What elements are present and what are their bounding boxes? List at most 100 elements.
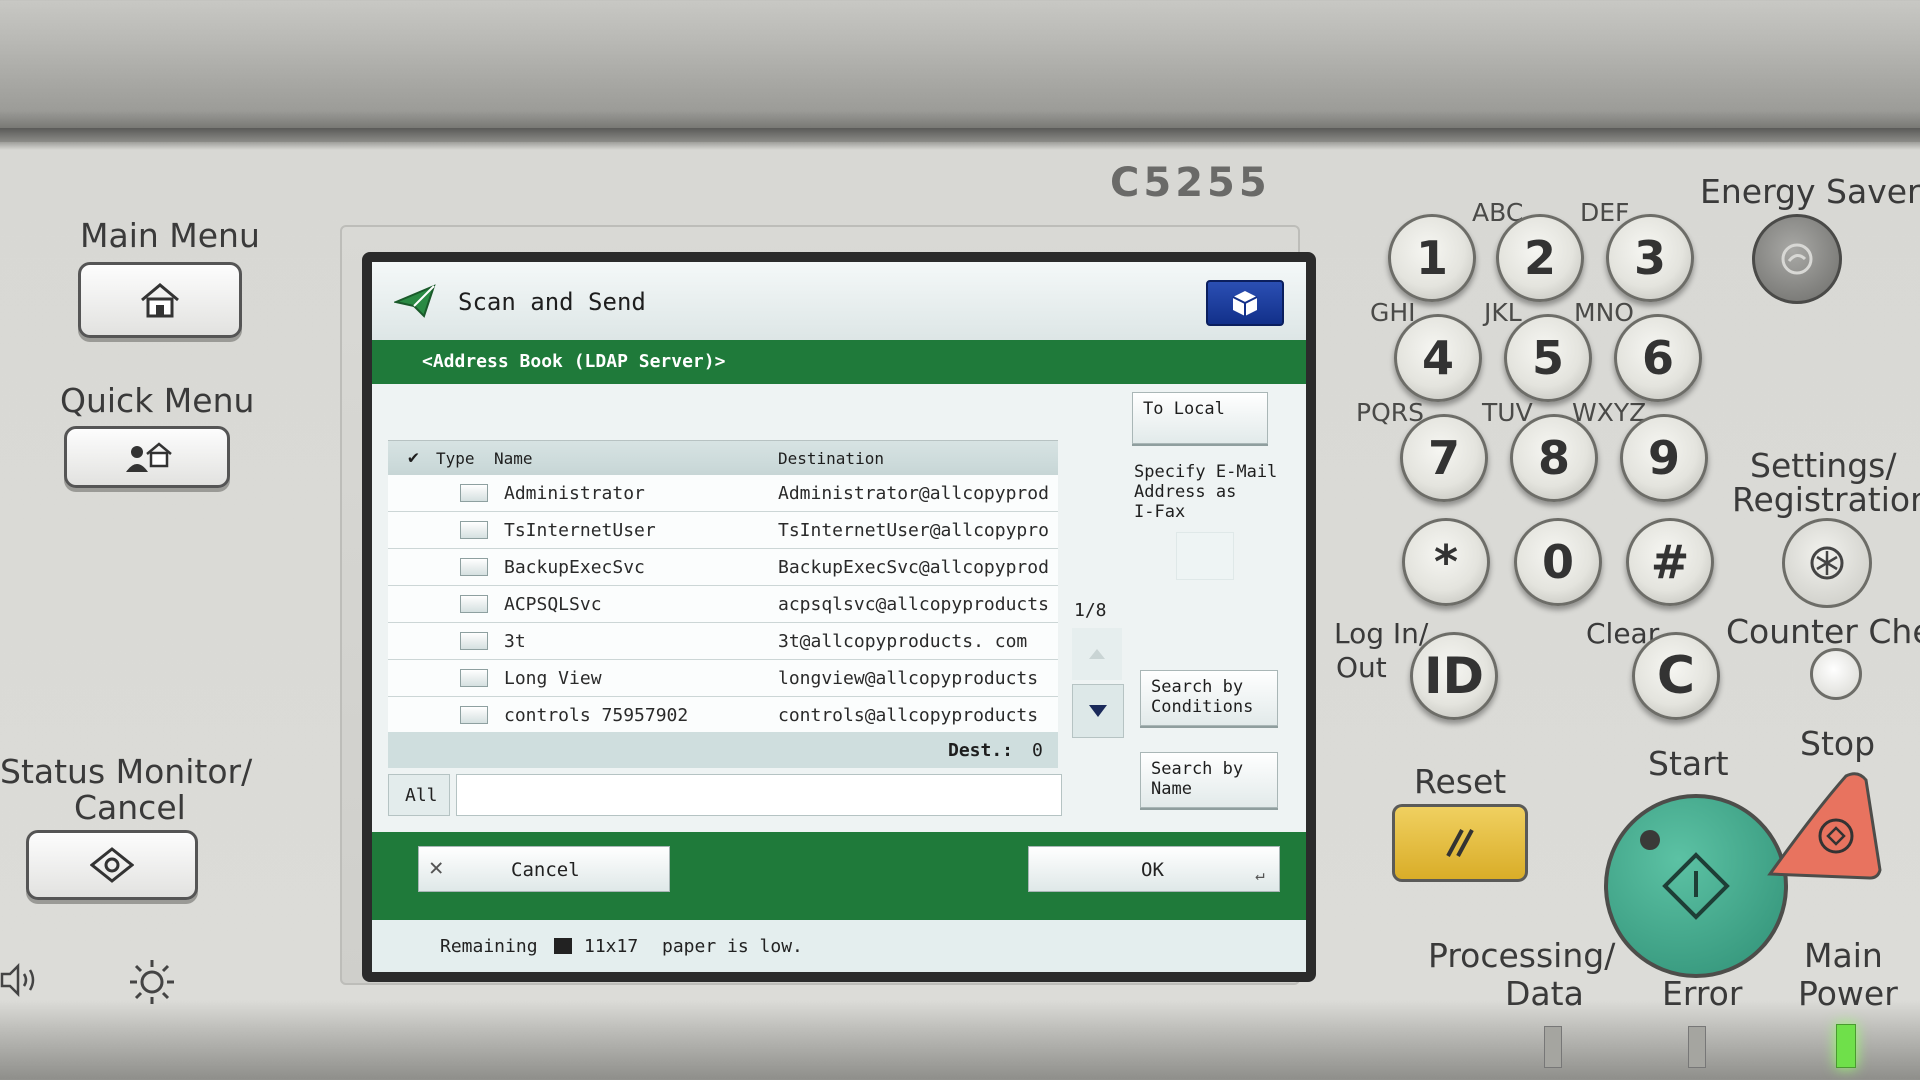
row-destination: 3t@allcopyproducts. com [778,631,1028,652]
key-letters-wxyz: WXYZ [1572,398,1647,427]
brightness-icon[interactable] [128,958,176,1006]
key-6[interactable]: 6 [1614,314,1702,402]
start-label: Start [1648,744,1729,783]
search-name-line1: Search by [1151,759,1244,779]
start-button[interactable] [1604,794,1788,978]
reset-icon [1446,829,1474,857]
row-destination: longview@allcopyproducts [778,668,1039,689]
status-cancel-label: Cancel [74,788,186,827]
table-row[interactable]: ACPSQLSvc acpsqlsvc@allcopyproducts [388,586,1058,623]
row-name: 3t [504,631,526,652]
dest-count: 0 [1032,740,1043,761]
column-name[interactable]: Name [494,449,533,468]
reset-button[interactable] [1392,804,1528,882]
specify-email-toggle[interactable] [1176,532,1234,580]
stop-button-shape [1767,772,1882,880]
status-monitor-button[interactable] [26,830,198,900]
key-5[interactable]: 5 [1504,314,1592,402]
email-type-icon [460,595,488,613]
email-type-icon [460,521,488,539]
row-name: TsInternetUser [504,520,656,541]
main-power-indicator [1836,1024,1856,1068]
specify-email-line1: Specify E-Mail [1134,462,1278,482]
cancel-button[interactable]: ✕ Cancel [418,846,670,892]
settings-button[interactable] [1782,518,1872,608]
main-menu-button[interactable] [78,262,242,338]
enter-icon: ↵ [1255,865,1265,884]
main-menu-label: Main Menu [80,216,260,255]
energy-saver-icon [1781,243,1813,275]
settings-label-2: Registration [1732,480,1920,519]
key-letters-jkl: JKL [1484,298,1522,327]
address-book-title: <Address Book (LDAP Server)> [422,351,726,372]
key-1[interactable]: 1 [1388,214,1476,302]
energy-saver-label: Energy Saver [1700,172,1920,211]
scroll-down-button[interactable] [1072,684,1124,738]
down-arrow-icon [1089,705,1107,717]
box-button[interactable] [1206,280,1284,326]
row-name: Long View [504,668,602,689]
row-name: controls 75957902 [504,705,689,726]
key-8[interactable]: 8 [1510,414,1598,502]
key-letters-ghi: GHI [1370,298,1416,327]
column-destination[interactable]: Destination [778,449,884,468]
table-row[interactable]: Long View longview@allcopyproducts [388,660,1058,697]
filter-all-button[interactable]: All [388,774,450,816]
row-destination: acpsqlsvc@allcopyproducts [778,594,1049,615]
energy-saver-button[interactable] [1752,214,1842,304]
start-indicator [1640,830,1660,850]
status-bar: Remaining 11x17 paper is low. [372,920,1306,972]
processing-label-1: Processing/ [1428,936,1616,975]
quick-menu-button[interactable] [64,426,230,488]
table-row[interactable]: BackupExecSvc BackupExecSvc@allcopyprod [388,549,1058,586]
specify-email-line2: Address as [1134,482,1237,502]
search-conditions-button[interactable]: Search by Conditions [1140,670,1278,726]
key-9[interactable]: 9 [1620,414,1708,502]
id-button[interactable]: ID [1410,632,1498,720]
select-all-check[interactable]: ✔ [408,447,419,468]
table-row[interactable]: controls 75957902 controls@allcopyproduc… [388,697,1058,734]
counter-check-button[interactable] [1810,648,1862,700]
stop-label: Stop [1800,724,1876,763]
model-name: C5255 [1110,160,1271,206]
table-row[interactable]: Administrator Administrator@allcopyprod [388,475,1058,512]
home-icon [141,283,179,318]
row-name: BackupExecSvc [504,557,645,578]
status-monitor-label: Status Monitor/ [0,752,253,791]
filter-input[interactable] [456,774,1062,816]
action-bar: ✕ Cancel OK ↵ [372,832,1306,920]
stop-button[interactable] [1766,770,1882,880]
row-destination: controls@allcopyproducts [778,705,1039,726]
close-icon: ✕ [429,853,444,881]
status-message: paper is low. [662,936,803,957]
key-0[interactable]: 0 [1514,518,1602,606]
ok-button[interactable]: OK ↵ [1028,846,1280,892]
email-type-icon [460,632,488,650]
clear-button[interactable]: C [1632,632,1720,720]
main-power-label-2: Power [1798,974,1898,1013]
screen-title-bar: Scan and Send [372,262,1306,340]
key-7[interactable]: 7 [1400,414,1488,502]
row-destination: BackupExecSvc@allcopyprod [778,557,1049,578]
paper-icon [554,938,572,954]
key-2[interactable]: 2 [1496,214,1584,302]
search-name-button[interactable]: Search by Name [1140,752,1278,808]
status-monitor-icon [90,847,134,883]
email-type-icon [460,706,488,724]
volume-icon[interactable] [0,960,44,1000]
quick-menu-icon [126,442,172,472]
key-3[interactable]: 3 [1606,214,1694,302]
table-row[interactable]: 3t 3t@allcopyproducts. com [388,623,1058,660]
search-conditions-line2: Conditions [1151,697,1254,717]
error-indicator [1688,1026,1706,1068]
key-star[interactable]: * [1402,518,1490,606]
table-row[interactable]: TsInternetUser TsInternetUser@allcopypro [388,512,1058,549]
to-local-button[interactable]: To Local [1132,392,1268,444]
column-type[interactable]: Type [436,449,475,468]
log-in-label-1: Log In/ [1334,617,1429,650]
address-table: ✔ Type Name Destination Administrator Ad… [388,440,1058,734]
scroll-up-button[interactable] [1072,628,1122,680]
key-hash[interactable]: # [1626,518,1714,606]
key-4[interactable]: 4 [1394,314,1482,402]
address-book-header: <Address Book (LDAP Server)> [372,340,1306,384]
